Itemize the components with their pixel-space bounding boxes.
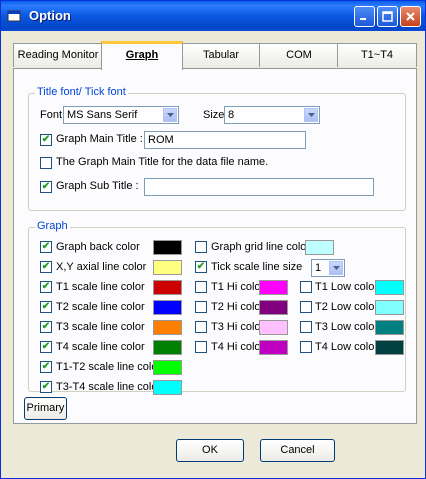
t3-hi-color-label: T3 Hi color [211,321,265,333]
font-label: Font [40,109,63,121]
datafile-title-checkbox[interactable] [40,157,52,169]
maximize-icon [382,11,393,22]
tab-strip: Reading Monitor Graph Tabular COM T1~T4 [13,41,417,70]
datafile-title-label: The Graph Main Title for the data file n… [56,156,269,168]
t1-scale-line-color-label: T1 scale line color [56,281,145,293]
main-title-input[interactable]: ROM [144,131,306,149]
t1-hi-color-label: T1 Hi color [211,281,265,293]
t2-scale-line-color-label: T2 scale line color [56,301,145,313]
t3-hi-color-swatch[interactable] [259,320,288,335]
t3-low-color-label: T3 Low color [315,321,378,333]
grid-line-color-checkbox[interactable] [195,241,207,253]
maximize-button[interactable] [377,6,398,27]
t2-hi-color-swatch[interactable] [259,300,288,315]
t1-hi-color-checkbox[interactable] [195,281,207,293]
tick-scale-size-select[interactable]: 1 [311,259,345,277]
t1-low-color-checkbox[interactable] [300,281,312,293]
cancel-button[interactable]: Cancel [260,439,335,462]
tab-com[interactable]: COM [259,43,339,67]
chevron-down-icon [304,108,318,122]
font-select[interactable]: MS Sans Serif [63,106,179,124]
graph-tab-panel: Title font/ Tick font Font MS Sans Serif… [13,68,417,424]
t2-hi-color-checkbox[interactable] [195,301,207,313]
t2-low-color-swatch[interactable] [375,300,404,315]
option-window: Option Reading Monitor Graph Tabular COM… [0,0,426,479]
t2-low-color-label: T2 Low color [315,301,378,313]
chevron-down-icon [163,108,177,122]
tab-tabular[interactable]: Tabular [181,43,261,67]
ok-button[interactable]: OK [176,439,244,462]
tick-scale-size-checkbox[interactable]: ✔ [195,261,207,273]
title-bar[interactable]: Option [1,1,425,31]
tab-reading-monitor[interactable]: Reading Monitor [13,43,103,67]
t1-hi-color-swatch[interactable] [259,280,288,295]
size-select[interactable]: 8 [224,106,320,124]
main-title-checkbox[interactable]: ✔ [40,134,52,146]
minimize-button[interactable] [354,6,375,27]
graph-group: Graph ✔ Graph back color ✔ X,Y axial lin… [28,220,406,395]
tick-scale-size-value: 1 [315,262,322,274]
t4-hi-color-label: T4 Hi color [211,341,265,353]
t4-scale-line-color-swatch[interactable] [153,340,182,355]
t4-low-color-swatch[interactable] [375,340,404,355]
t4-hi-color-swatch[interactable] [259,340,288,355]
grid-line-color-label: Graph grid line color [211,241,311,253]
close-button[interactable] [400,6,421,27]
chevron-down-icon [329,261,343,275]
t2-low-color-checkbox[interactable] [300,301,312,313]
t3-hi-color-checkbox[interactable] [195,321,207,333]
t1-t2-scale-line-color-checkbox[interactable]: ✔ [40,361,52,373]
tick-scale-size-label: Tick scale line size [211,261,303,273]
graph-back-color-swatch[interactable] [153,240,182,255]
title-font-group-label: Title font/ Tick font [35,86,128,98]
t2-scale-line-color-checkbox[interactable]: ✔ [40,301,52,313]
size-select-value: 8 [228,109,235,121]
graph-back-color-label: Graph back color [56,241,140,253]
xy-axial-line-color-label: X,Y axial line color [56,261,147,273]
t1-scale-line-color-checkbox[interactable]: ✔ [40,281,52,293]
graph-group-label: Graph [35,220,70,232]
close-icon [406,12,415,21]
sub-title-label: Graph Sub Title : [56,180,139,192]
app-icon [7,10,21,22]
t1-t2-scale-line-color-swatch[interactable] [153,360,182,375]
t4-scale-line-color-checkbox[interactable]: ✔ [40,341,52,353]
t1-t2-scale-line-color-label: T1-T2 scale line color [56,361,162,373]
xy-axial-line-color-swatch[interactable] [153,260,182,275]
t2-hi-color-label: T2 Hi color [211,301,265,313]
font-select-value: MS Sans Serif [67,109,138,121]
t1-low-color-swatch[interactable] [375,280,404,295]
size-label: Size [203,109,225,121]
t2-scale-line-color-swatch[interactable] [153,300,182,315]
t4-low-color-checkbox[interactable] [300,341,312,353]
t3-scale-line-color-swatch[interactable] [153,320,182,335]
sub-title-input[interactable] [144,178,374,196]
t3-low-color-swatch[interactable] [375,320,404,335]
t3-scale-line-color-checkbox[interactable]: ✔ [40,321,52,333]
t4-low-color-label: T4 Low color [315,341,378,353]
graph-back-color-checkbox[interactable]: ✔ [40,241,52,253]
tab-graph[interactable]: Graph [101,41,183,70]
t3-t4-scale-line-color-checkbox[interactable]: ✔ [40,381,52,393]
t3-scale-line-color-label: T3 scale line color [56,321,145,333]
window-title: Option [29,8,71,23]
t1-low-color-label: T1 Low color [315,281,378,293]
main-title-label: Graph Main Title : [56,133,143,145]
t1-scale-line-color-swatch[interactable] [153,280,182,295]
t3-low-color-checkbox[interactable] [300,321,312,333]
t3-t4-scale-line-color-swatch[interactable] [153,380,182,395]
minimize-icon [360,18,366,20]
xy-axial-line-color-checkbox[interactable]: ✔ [40,261,52,273]
title-font-group: Title font/ Tick font Font MS Sans Serif… [28,86,406,211]
t4-hi-color-checkbox[interactable] [195,341,207,353]
primary-button[interactable]: Primary [24,397,67,420]
tab-t1-t4[interactable]: T1~T4 [337,43,417,67]
t3-t4-scale-line-color-label: T3-T4 scale line color [56,381,162,393]
t4-scale-line-color-label: T4 scale line color [56,341,145,353]
grid-line-color-swatch[interactable] [305,240,334,255]
sub-title-checkbox[interactable]: ✔ [40,181,52,193]
